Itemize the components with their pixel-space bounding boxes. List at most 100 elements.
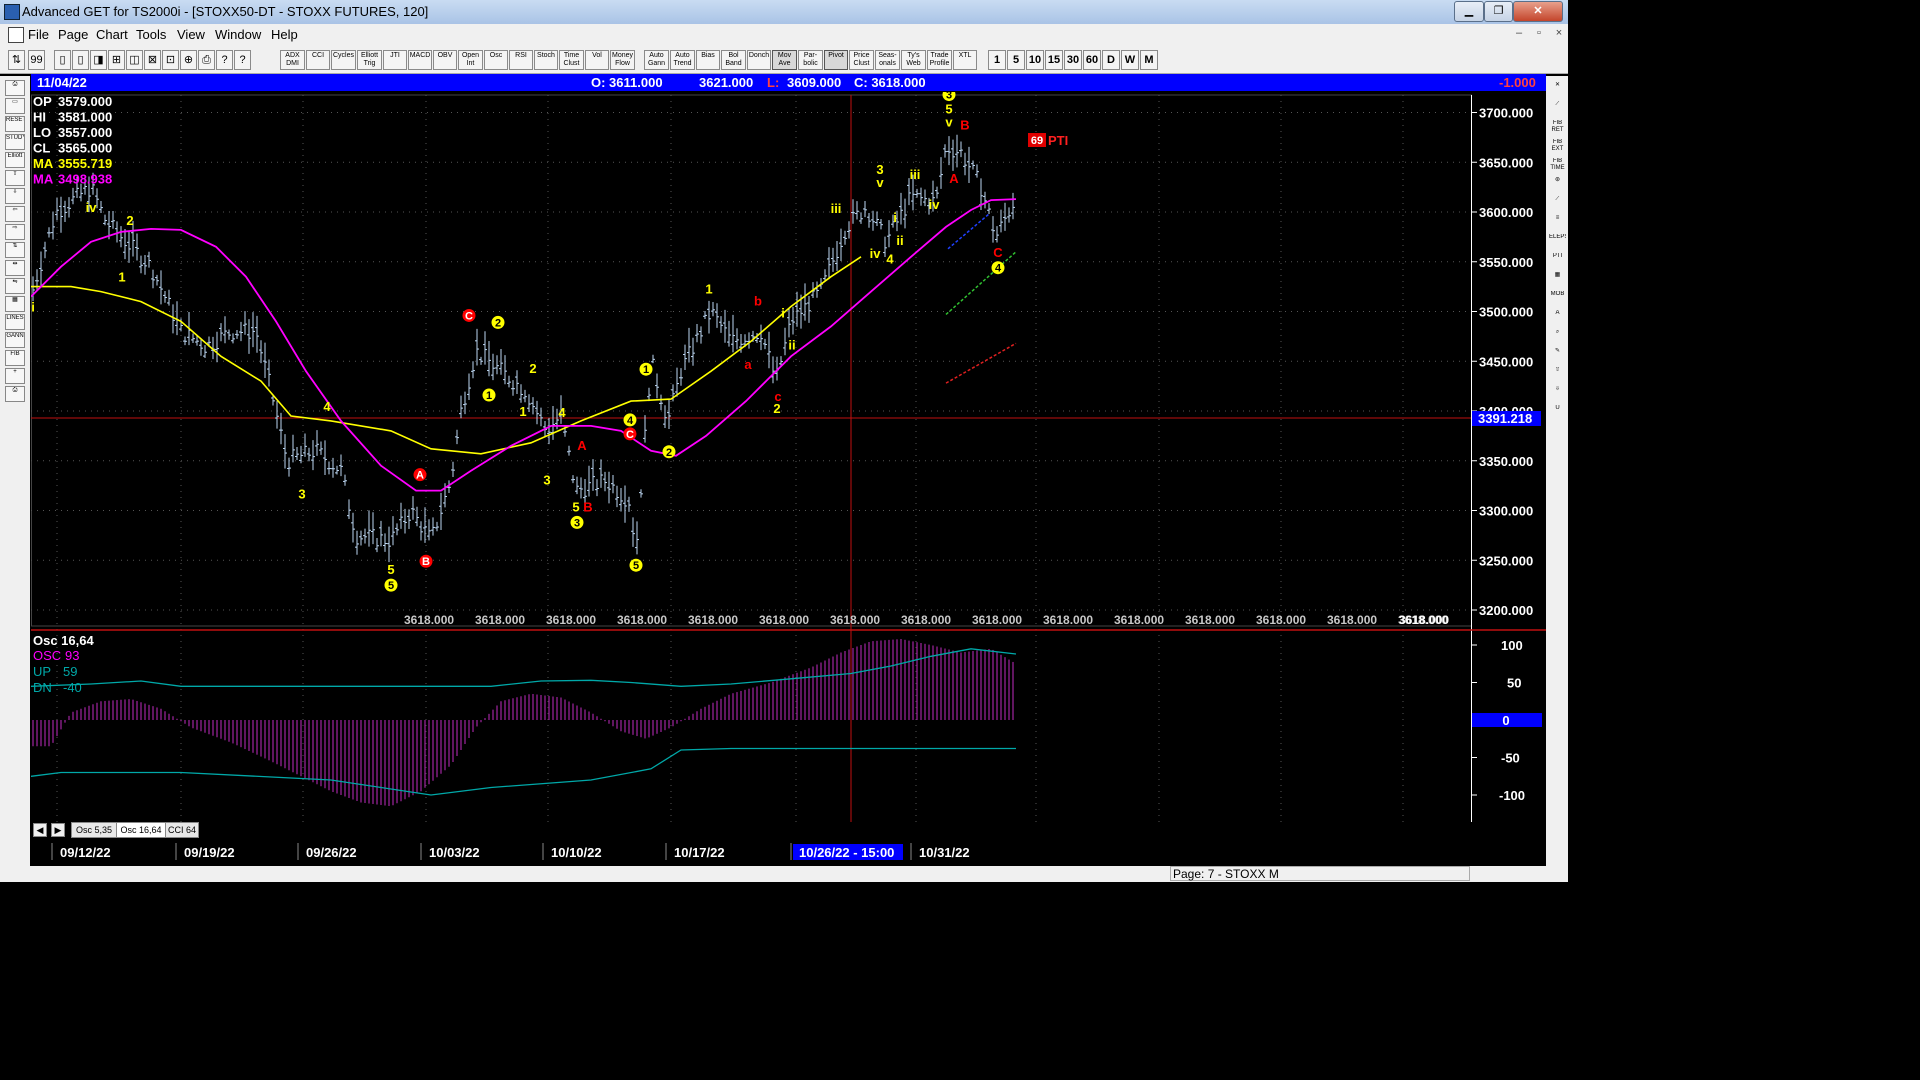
- left-tool-0-icon[interactable]: ⎙: [5, 80, 25, 96]
- right-tool-1-icon[interactable]: ⟋: [1549, 101, 1566, 116]
- study-button-bias[interactable]: Bias: [696, 50, 720, 70]
- period-button-d[interactable]: D: [1102, 50, 1120, 70]
- study-button-bol-band[interactable]: Bol Band: [721, 50, 746, 70]
- left-tool-7-icon[interactable]: ⇦: [5, 206, 25, 222]
- left-tool-15-icon[interactable]: FIB: [5, 350, 25, 366]
- mdi-close-button[interactable]: ×: [1550, 27, 1568, 43]
- period-button-60[interactable]: 60: [1083, 50, 1101, 70]
- toolbar-tool-11-icon[interactable]: ?: [216, 50, 233, 70]
- menu-tools[interactable]: Tools: [136, 27, 166, 42]
- document-icon[interactable]: [8, 27, 24, 43]
- menu-chart[interactable]: Chart: [96, 27, 128, 42]
- study-button-ty-s-web[interactable]: Ty's Web: [901, 50, 926, 70]
- right-tool-6-icon[interactable]: ⟋: [1549, 196, 1566, 211]
- menu-help[interactable]: Help: [271, 27, 298, 42]
- left-tool-16-icon[interactable]: +: [5, 368, 25, 384]
- toolbar-tool-2-icon[interactable]: ▯: [54, 50, 71, 70]
- toolbar-tool-10-icon[interactable]: ⎙: [198, 50, 215, 70]
- period-button-5[interactable]: 5: [1007, 50, 1025, 70]
- left-tool-11-icon[interactable]: ⇋: [5, 278, 25, 294]
- study-button-vol[interactable]: Vol: [585, 50, 609, 70]
- left-tool-10-icon[interactable]: ⇹: [5, 260, 25, 276]
- right-tool-5-icon[interactable]: ⊛: [1549, 177, 1566, 192]
- right-tool-14-icon[interactable]: ✎: [1549, 348, 1566, 363]
- study-button-adx-dmi[interactable]: ADX DMI: [280, 50, 305, 70]
- maximize-button[interactable]: ❐: [1484, 1, 1513, 22]
- study-button-cci[interactable]: CCI: [306, 50, 330, 70]
- menu-page[interactable]: Page: [58, 27, 88, 42]
- study-button-stoch[interactable]: Stoch: [534, 50, 558, 70]
- right-tool-17-icon[interactable]: U: [1549, 405, 1566, 420]
- period-button-w[interactable]: W: [1121, 50, 1139, 70]
- left-tool-14-icon[interactable]: GANN: [5, 332, 25, 348]
- menu-file[interactable]: File: [28, 27, 49, 42]
- study-button-open-int[interactable]: Open Int: [458, 50, 483, 70]
- tab-osc-5-35[interactable]: Osc 5,35: [71, 822, 117, 838]
- toolbar-tool-3-icon[interactable]: ▯: [72, 50, 89, 70]
- study-button-money-flow[interactable]: Money Flow: [610, 50, 635, 70]
- right-tool-12-icon[interactable]: A: [1549, 310, 1566, 325]
- study-button-macd[interactable]: MACD: [408, 50, 432, 70]
- left-tool-2-icon[interactable]: RESET: [5, 116, 25, 132]
- menu-view[interactable]: View: [177, 27, 205, 42]
- left-tool-5-icon[interactable]: ⇧: [5, 170, 25, 186]
- right-tool-10-icon[interactable]: ▦: [1549, 272, 1566, 287]
- study-button-pivot[interactable]: Pivot: [824, 50, 848, 70]
- left-tool-12-icon[interactable]: ▦: [5, 296, 25, 312]
- right-tool-16-icon[interactable]: ⇩: [1549, 386, 1566, 401]
- period-button-30[interactable]: 30: [1064, 50, 1082, 70]
- toolbar-tool-1-icon[interactable]: 99: [28, 50, 45, 70]
- study-button-osc[interactable]: Osc: [484, 50, 508, 70]
- mdi-restore-button[interactable]: ▫: [1530, 27, 1548, 43]
- right-tool-15-icon[interactable]: ⇧: [1549, 367, 1566, 382]
- tab-scroll-left-icon[interactable]: ◀: [33, 823, 47, 837]
- toolbar-tool-7-icon[interactable]: ⊠: [144, 50, 161, 70]
- study-button-time-clust[interactable]: Time Clust: [559, 50, 584, 70]
- study-button-auto-trend[interactable]: Auto Trend: [670, 50, 695, 70]
- toolbar-tool-6-icon[interactable]: ◫: [126, 50, 143, 70]
- toolbar-tool-4-icon[interactable]: ◨: [90, 50, 107, 70]
- right-tool-4-icon[interactable]: FIB TIME: [1549, 158, 1566, 173]
- study-button-obv[interactable]: OBV: [433, 50, 457, 70]
- tab-scroll-right-icon[interactable]: ▶: [51, 823, 65, 837]
- study-button-rsi[interactable]: RSI: [509, 50, 533, 70]
- right-tool-13-icon[interactable]: ⌕: [1549, 329, 1566, 344]
- toolbar-tool-5-icon[interactable]: ⊞: [108, 50, 125, 70]
- period-button-10[interactable]: 10: [1026, 50, 1044, 70]
- left-tool-3-icon[interactable]: STUDY: [5, 134, 25, 150]
- minimize-button[interactable]: ▁: [1454, 1, 1484, 22]
- tab-osc-16-64[interactable]: Osc 16,64: [116, 822, 166, 838]
- tab-cci-64[interactable]: CCI 64: [165, 822, 199, 838]
- right-tool-11-icon[interactable]: MOB: [1549, 291, 1566, 306]
- left-tool-8-icon[interactable]: ⇨: [5, 224, 25, 240]
- right-tool-9-icon[interactable]: PTI: [1549, 253, 1566, 268]
- study-button-jti[interactable]: JTI: [383, 50, 407, 70]
- study-button-xtl[interactable]: XTL: [953, 50, 977, 70]
- left-tool-1-icon[interactable]: ▭: [5, 98, 25, 114]
- study-button-par-bolic[interactable]: Par- bolic: [798, 50, 823, 70]
- left-tool-9-icon[interactable]: ⇅: [5, 242, 25, 258]
- period-button-15[interactable]: 15: [1045, 50, 1063, 70]
- left-tool-17-icon[interactable]: ⎙: [5, 386, 25, 402]
- study-button-trade-profile[interactable]: Trade Profile: [927, 50, 952, 70]
- right-tool-7-icon[interactable]: ≡: [1549, 215, 1566, 230]
- study-button-elliott-trig[interactable]: Elliott Trig: [357, 50, 382, 70]
- left-tool-13-icon[interactable]: LINES: [5, 314, 25, 330]
- right-tool-3-icon[interactable]: FIB EXT: [1549, 139, 1566, 154]
- study-button-auto-gann[interactable]: Auto Gann: [644, 50, 669, 70]
- chart-area[interactable]: 3700.000 3650.000 3600.000 3550.000 3500.000…: [31, 92, 1546, 842]
- study-button-donch[interactable]: Donch: [747, 50, 771, 70]
- right-tool-8-icon[interactable]: ELEPS: [1549, 234, 1566, 249]
- toolbar-tool-12-icon[interactable]: ?: [234, 50, 251, 70]
- period-button-1[interactable]: 1: [988, 50, 1006, 70]
- mdi-minimize-button[interactable]: –: [1510, 27, 1528, 43]
- menu-window[interactable]: Window: [215, 27, 261, 42]
- left-tool-4-icon[interactable]: Elliott: [5, 152, 25, 168]
- right-tool-2-icon[interactable]: FIB RET: [1549, 120, 1566, 135]
- toolbar-tool-0-icon[interactable]: ⇅: [8, 50, 25, 70]
- right-tool-0-icon[interactable]: ✕: [1549, 82, 1566, 97]
- study-button-cycles[interactable]: Cycles: [331, 50, 356, 70]
- left-tool-6-icon[interactable]: ⇩: [5, 188, 25, 204]
- close-button[interactable]: ✕: [1513, 1, 1563, 22]
- study-button-seas-onals[interactable]: Seas- onals: [875, 50, 900, 70]
